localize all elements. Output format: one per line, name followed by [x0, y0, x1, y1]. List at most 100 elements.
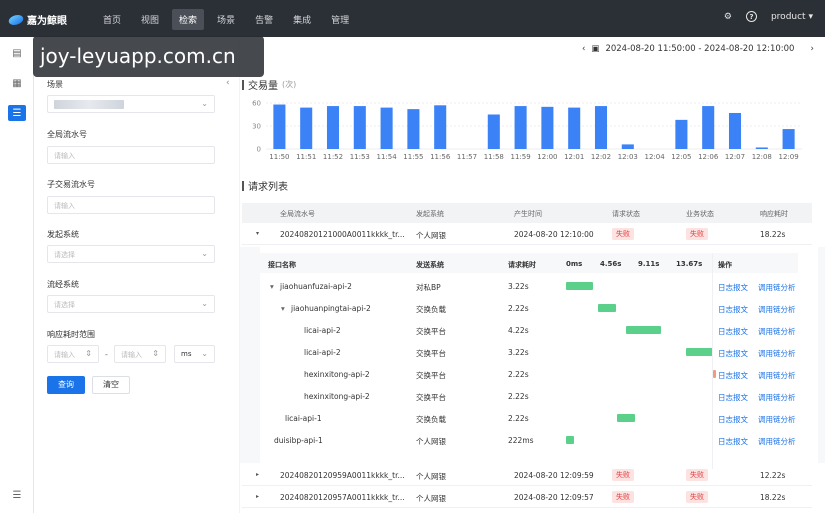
sub-id-input[interactable]: 请输入	[47, 196, 215, 214]
query-button[interactable]: 查询	[47, 376, 85, 394]
log-message-link[interactable]: 日志报文	[718, 304, 748, 315]
global-id-input[interactable]: 请输入	[47, 146, 215, 164]
trace-analysis-link[interactable]: 调用链分析	[758, 392, 796, 403]
row-time: 2024-08-20 12:09:57	[514, 493, 594, 502]
log-message-link[interactable]: 日志报文	[718, 370, 748, 381]
trace-row[interactable]: licai-api-1 交换负载 2.22s 日志报文 调用链分析	[260, 407, 798, 429]
trace-detail-panel: 接口名称 发送系统 请求耗时 0ms 4.56s 9.11s 13.67s 操作…	[240, 247, 825, 469]
grid-icon[interactable]: ▦	[8, 75, 26, 91]
filter-panel: 场景 ⌄ 全局流水号 请输入 子交易流水号 请输入 发起系统 请选择 ⌄ 流经系统…	[34, 37, 239, 513]
col-req-duration: 请求耗时	[508, 261, 536, 269]
req-status-badge: 失败	[612, 491, 634, 503]
trace-row[interactable]: hexinxitong-api-2 交换平台 2.22s 日志报文 调用链分析	[260, 385, 798, 407]
log-message-link[interactable]: 日志报文	[718, 348, 748, 359]
menu-collapse-icon[interactable]: ☰	[8, 487, 26, 503]
log-message-link[interactable]: 日志报文	[718, 282, 748, 293]
clear-button[interactable]: 清空	[92, 376, 130, 394]
duration-max-input[interactable]: 请输入 ⇕	[114, 345, 166, 363]
row-global-id[interactable]: 20240820120959A0011kkkk_tr...	[280, 471, 405, 480]
send-system: 个人网银	[416, 437, 446, 446]
trace-analysis-link[interactable]: 调用链分析	[758, 304, 796, 315]
trace-analysis-link[interactable]: 调用链分析	[758, 370, 796, 381]
log-message-link[interactable]: 日志报文	[718, 436, 748, 447]
trace-row[interactable]: duisibp-api-1 个人网银 222ms 日志报文 调用链分析	[260, 429, 798, 451]
request-row[interactable]: ▸ 20240820120959A0011kkkk_tr... 个人网银 202…	[242, 464, 812, 486]
gantt-bar	[597, 304, 616, 312]
nav-item[interactable]: 告警	[248, 9, 280, 30]
app-logo[interactable]: 嘉为鲸眼	[7, 12, 67, 27]
user-menu[interactable]: product ▾	[771, 12, 813, 22]
request-list-title: 请求列表	[242, 178, 288, 193]
row-time: 2024-08-20 12:09:59	[514, 471, 594, 480]
x-tick-label: 12:07	[725, 153, 745, 161]
trace-analysis-link[interactable]: 调用链分析	[758, 326, 796, 337]
row-time: 2024-08-20 12:10:00	[514, 230, 594, 239]
topbar-actions: ⚙ ? product ▾	[724, 11, 813, 22]
stepper-icon[interactable]: ⇕	[85, 349, 92, 358]
scene-value-redacted	[54, 100, 124, 109]
request-table-header: 全局流水号 发起系统 产生时间 请求状态 业务状态 响应耗时	[242, 203, 812, 223]
x-tick-label: 11:55	[403, 153, 423, 161]
nav-item[interactable]: 场景	[210, 9, 242, 30]
dashboard-icon[interactable]: ▤	[8, 45, 26, 61]
trace-row[interactable]: ▾ jiaohuanfuzai-api-2 对私BP 3.22s 日志报文 调用链分析	[260, 275, 798, 297]
send-system: 交换负载	[416, 415, 446, 424]
collapse-row-icon[interactable]: ▾	[256, 230, 259, 237]
origin-system-select[interactable]: 请选择 ⌄	[47, 245, 215, 263]
global-id-label: 全局流水号	[47, 130, 87, 139]
x-tick-label: 12:06	[698, 153, 719, 161]
duration-unit-select[interactable]: ms ⌄	[174, 345, 215, 363]
trace-row[interactable]: ▾ jiaohuanpingtai-api-2 交换负载 2.22s 日志报文 调用链分析	[260, 297, 798, 319]
req-duration: 2.22s	[508, 414, 529, 423]
request-row[interactable]: ▾ 20240820121000A0011kkkk_tr... 个人网银 202…	[242, 223, 812, 245]
next-arrow-icon[interactable]: ›	[810, 44, 813, 54]
log-message-link[interactable]: 日志报文	[718, 392, 748, 403]
settings-gear-icon[interactable]: ⚙	[724, 12, 732, 22]
stepper-icon[interactable]: ⇕	[152, 349, 159, 358]
send-system: 交换平台	[416, 371, 446, 380]
collapse-panel-icon[interactable]: ‹	[226, 78, 230, 88]
date-range-picker[interactable]: ‹ ▣ 2024-08-20 11:50:00 - 2024-08-20 12:…	[582, 44, 814, 54]
scene-label: 场景	[47, 80, 63, 89]
req-duration: 2.22s	[508, 370, 529, 379]
trace-analysis-link[interactable]: 调用链分析	[758, 282, 796, 293]
expand-row-icon[interactable]: ▸	[256, 471, 259, 478]
trace-analysis-link[interactable]: 调用链分析	[758, 436, 796, 447]
range-separator: -	[105, 350, 108, 359]
nav-item[interactable]: 集成	[286, 9, 318, 30]
x-tick-label: 11:54	[377, 153, 398, 161]
tree-toggle-icon[interactable]: ▾	[281, 304, 285, 313]
log-message-link[interactable]: 日志报文	[718, 326, 748, 337]
tree-toggle-icon[interactable]: ▾	[270, 282, 274, 291]
duration-min-input[interactable]: 请输入 ⇕	[47, 345, 99, 363]
api-name: jiaohuanpingtai-api-2	[291, 304, 371, 313]
chevron-down-icon: ▾	[808, 11, 813, 22]
scene-select[interactable]: ⌄	[47, 95, 215, 113]
flow-system-select[interactable]: 请选择 ⌄	[47, 295, 215, 313]
row-system: 个人网银	[416, 231, 446, 240]
trace-row[interactable]: licai-api-2 交换平台 4.22s 日志报文 调用链分析	[260, 319, 798, 341]
nav-item[interactable]: 视图	[134, 9, 166, 30]
nav-item[interactable]: 检索	[172, 9, 205, 30]
request-row[interactable]: ▸ 20240820120957A0011kkkk_tr... 个人网银 202…	[242, 486, 812, 508]
biz-status-badge: 失败	[686, 228, 708, 240]
prev-arrow-icon[interactable]: ‹	[582, 44, 585, 54]
nav-item[interactable]: 首页	[96, 9, 128, 30]
section-marker	[242, 180, 244, 191]
bar	[755, 147, 768, 149]
trace-analysis-link[interactable]: 调用链分析	[758, 348, 796, 359]
expand-row-icon[interactable]: ▸	[256, 493, 259, 500]
search-list-icon[interactable]: ☰	[8, 105, 26, 121]
api-name: licai-api-2	[304, 326, 341, 335]
duration-range-label: 响应耗时范围	[47, 330, 95, 339]
send-system: 对私BP	[416, 283, 441, 292]
main-content: ‹ ▣ 2024-08-20 11:50:00 - 2024-08-20 12:…	[240, 37, 825, 513]
trace-analysis-link[interactable]: 调用链分析	[758, 414, 796, 425]
nav-item[interactable]: 管理	[324, 9, 356, 30]
trace-row[interactable]: licai-api-2 交换平台 3.22s 日志报文 调用链分析	[260, 341, 798, 363]
help-icon[interactable]: ?	[745, 11, 757, 22]
log-message-link[interactable]: 日志报文	[718, 414, 748, 425]
row-global-id[interactable]: 20240820121000A0011kkkk_tr...	[280, 230, 405, 239]
trace-row[interactable]: hexinxitong-api-2 交换平台 2.22s 日志报文 调用链分析	[260, 363, 798, 385]
row-global-id[interactable]: 20240820120957A0011kkkk_tr...	[280, 493, 405, 502]
